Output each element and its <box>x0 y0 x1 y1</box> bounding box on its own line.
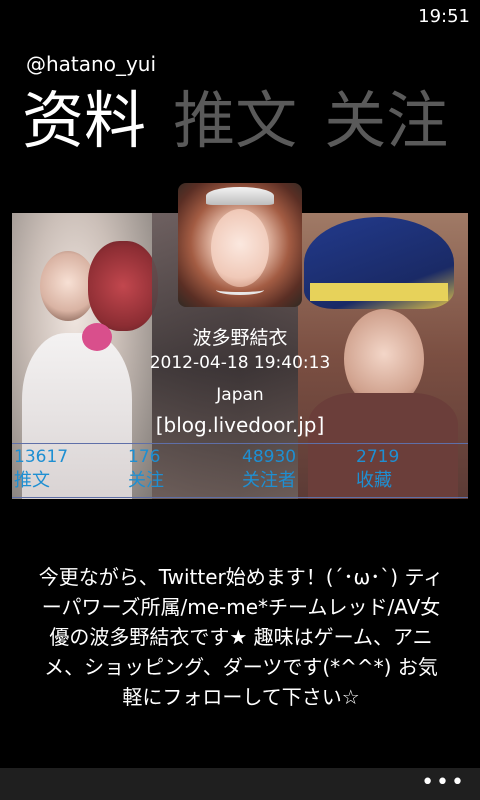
stats-divider-bottom <box>12 497 468 498</box>
avatar[interactable] <box>178 183 302 307</box>
more-options-icon[interactable]: ••• <box>421 770 466 795</box>
status-time: 19:51 <box>418 6 470 27</box>
stat-followers-count: 48930 <box>242 447 297 467</box>
app-bar: ••• <box>0 768 480 800</box>
stat-following-count: 176 <box>128 447 161 467</box>
stat-followers[interactable]: 48930 关注者 <box>242 446 352 494</box>
avatar-face <box>211 209 269 287</box>
stat-tweets-count: 13617 <box>14 447 69 467</box>
status-bar: 19:51 <box>0 0 480 32</box>
stat-following[interactable]: 176 关注 <box>128 446 238 494</box>
stat-favorites-count: 2719 <box>356 447 400 467</box>
profile-location: Japan <box>216 385 264 405</box>
stat-tweets[interactable]: 13617 推文 <box>14 446 124 494</box>
stat-followers-label: 关注者 <box>242 470 296 491</box>
pivot-header: 资料 推文 关注 <box>22 78 480 168</box>
stat-tweets-label: 推文 <box>14 470 50 491</box>
tab-following[interactable]: 关注 <box>324 78 448 164</box>
tab-profile[interactable]: 资料 <box>22 78 146 164</box>
banner-cake <box>88 241 158 331</box>
tab-tweets[interactable]: 推文 <box>173 78 297 164</box>
stat-favorites-label: 收藏 <box>356 470 392 491</box>
stats-bar: 13617 推文 176 关注 48930 关注者 2719 收藏 <box>12 446 468 496</box>
profile-url-link[interactable]: [blog.livedoor.jp] <box>12 413 468 437</box>
avatar-tiara <box>206 187 274 205</box>
stats-divider-top <box>12 443 468 444</box>
stat-following-label: 关注 <box>128 470 164 491</box>
banner-hat-band <box>310 283 448 301</box>
account-handle: @hatano_yui <box>26 52 157 76</box>
profile-datetime: 2012-04-18 19:40:13 <box>149 353 331 373</box>
profile-name: 波多野結衣 <box>192 327 288 349</box>
avatar-necklace <box>216 285 264 295</box>
profile-bio: 今更ながら、Twitter始めます！(´･ω･`) ティーパワーズ所属/me-m… <box>38 565 444 709</box>
stat-favorites[interactable]: 2719 收藏 <box>356 446 466 494</box>
